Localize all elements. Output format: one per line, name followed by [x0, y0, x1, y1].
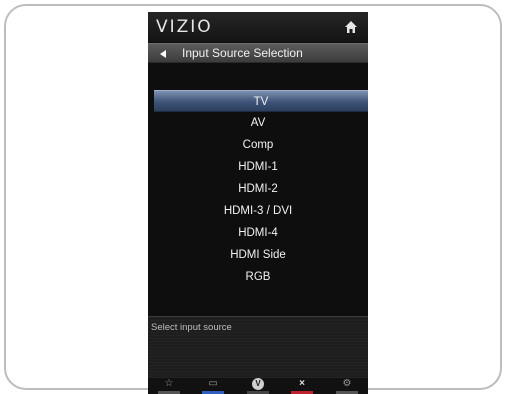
star-button[interactable]: ☆ [156, 378, 182, 394]
help-text: Select input source [151, 322, 232, 333]
input-option-hdmi-side[interactable]: HDMI Side [148, 244, 368, 266]
menu-title: Input Source Selection [182, 46, 303, 60]
v-button[interactable]: V [245, 378, 271, 394]
input-option-label: AV [250, 117, 266, 129]
menu-button[interactable]: ▭ [200, 378, 226, 394]
close-icon: × [299, 378, 305, 389]
input-option-hdmi-2[interactable]: HDMI-2 [148, 178, 368, 200]
menu-icon: ▭ [208, 378, 218, 389]
input-option-label: TV [253, 96, 269, 108]
close-button[interactable]: × [289, 378, 315, 394]
input-option-label: HDMI-4 [238, 227, 278, 239]
input-option-hdmi-3-dvi[interactable]: HDMI-3 / DVI [148, 200, 368, 222]
top-bar: VIZIO [148, 12, 368, 42]
input-option-label: HDMI-3 / DVI [223, 205, 293, 217]
input-option-label: Comp [242, 139, 274, 151]
input-source-list: TV AV Comp HDMI-1 HDMI-2 HDMI-3 / DVI HD… [148, 90, 368, 288]
help-box: Select input source [148, 316, 368, 378]
input-option-comp[interactable]: Comp [148, 134, 368, 156]
input-option-label: HDMI-2 [238, 183, 278, 195]
input-option-rgb[interactable]: RGB [148, 266, 368, 288]
v-icon: V [252, 378, 264, 390]
input-option-av[interactable]: AV [148, 112, 368, 134]
input-option-label: RGB [245, 271, 271, 283]
input-option-label: HDMI-1 [238, 161, 278, 173]
input-option-hdmi-1[interactable]: HDMI-1 [148, 156, 368, 178]
input-option-label: HDMI Side [230, 249, 286, 261]
input-option-tv[interactable]: TV [154, 90, 368, 112]
title-bar: Input Source Selection [148, 43, 368, 63]
settings-button[interactable]: ⚙ [334, 378, 360, 394]
star-icon: ☆ [164, 378, 174, 389]
settings-icon: ⚙ [342, 378, 352, 389]
tv-menu-panel: VIZIO Input Source Selection TV AV Comp … [148, 12, 368, 394]
input-option-hdmi-4[interactable]: HDMI-4 [148, 222, 368, 244]
bottom-button-bar: ☆ ▭ V × ⚙ [148, 378, 368, 394]
vizio-logo: VIZIO [156, 17, 213, 37]
home-icon[interactable] [344, 20, 358, 34]
back-arrow-icon[interactable] [160, 50, 166, 58]
